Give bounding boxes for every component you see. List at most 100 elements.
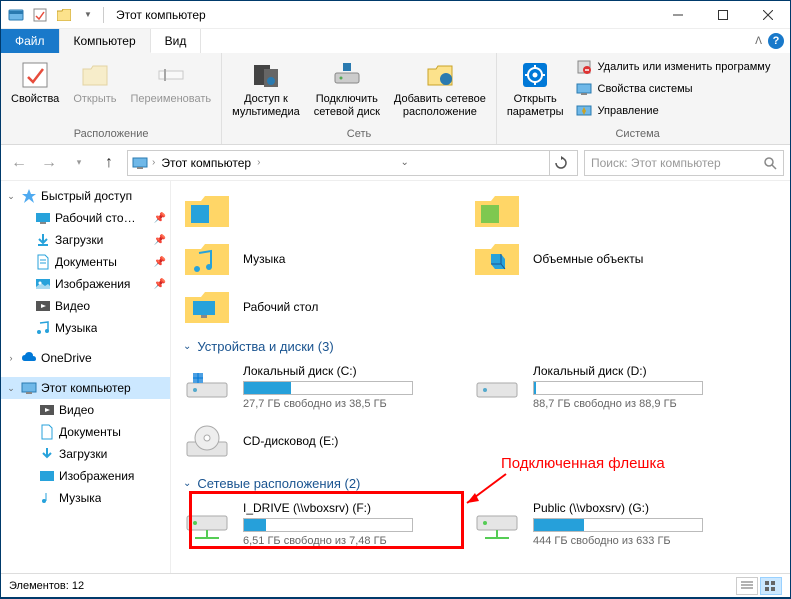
pin-icon: 📌 (154, 213, 166, 224)
uninstall-icon (576, 59, 592, 75)
qat-dropdown-icon[interactable]: ▼ (77, 4, 99, 26)
chevron-down-icon: ⌄ (183, 341, 191, 352)
sidebar-videos[interactable]: Видео (1, 295, 170, 317)
view-details-button[interactable] (736, 577, 758, 595)
system-properties-button[interactable]: Свойства системы (572, 79, 775, 99)
media-access-button[interactable]: Доступ к мультимедиа (226, 55, 306, 123)
chevron-down-icon[interactable]: ⌄ (5, 383, 17, 394)
network-drive-g[interactable]: Public (\\vboxsrv) (G:) 444 ГБ свободно … (469, 495, 759, 553)
music-icon (39, 490, 55, 506)
network-drive-f[interactable]: I_DRIVE (\\vboxsrv) (F:) 6,51 ГБ свободн… (179, 495, 469, 553)
drive-c[interactable]: Локальный диск (C:) 27,7 ГБ свободно из … (179, 358, 469, 416)
folder-icon (473, 191, 521, 231)
add-network-icon (424, 59, 456, 91)
explorer-window: ▼ Этот компьютер Файл Компьютер Вид ᐱ ? (1, 1, 790, 597)
network-drive-icon (183, 504, 231, 544)
maximize-button[interactable] (700, 1, 745, 29)
cd-drive-icon (183, 422, 231, 462)
tab-file[interactable]: Файл (1, 29, 60, 53)
folder-partial-top[interactable] (179, 187, 469, 235)
chevron-down-icon[interactable]: ⌄ (5, 191, 17, 202)
address-path[interactable]: › Этот компьютер › ⌄ (127, 150, 578, 176)
rename-button: Переименовать (125, 55, 218, 110)
sidebar-pictures[interactable]: Изображения 📌 (1, 273, 170, 295)
sidebar-pc-downloads[interactable]: Загрузки (1, 443, 170, 465)
sidebar-pc-videos[interactable]: Видео (1, 399, 170, 421)
pin-icon: 📌 (154, 235, 166, 246)
app-icon (5, 4, 27, 26)
sidebar-pc-music[interactable]: Музыка (1, 487, 170, 509)
media-icon (250, 59, 282, 91)
manage-button[interactable]: Управление (572, 101, 775, 121)
tab-view[interactable]: Вид (151, 29, 202, 53)
pc-icon (21, 380, 37, 396)
quick-access-toolbar: ▼ (1, 4, 99, 26)
rename-icon (155, 59, 187, 91)
ribbon-group-network: Доступ к мультимедиа Подключить сетевой … (222, 53, 497, 144)
picture-icon (35, 276, 51, 292)
minimize-button[interactable] (655, 1, 700, 29)
uninstall-button[interactable]: Удалить или изменить программу (572, 57, 775, 77)
section-drives-header[interactable]: ⌄ Устройства и диски (3) (179, 331, 790, 358)
usage-bar (533, 518, 703, 532)
sidebar-onedrive[interactable]: › OneDrive (1, 347, 170, 369)
video-icon (39, 402, 55, 418)
hdd-icon (473, 367, 521, 407)
section-network-header[interactable]: ⌄ Сетевые расположения (2) (179, 468, 790, 495)
usage-bar (243, 518, 413, 532)
drive-e-cd[interactable]: CD-дисковод (E:) (179, 416, 469, 468)
qat-new-folder-icon[interactable] (53, 4, 75, 26)
nav-forward-button: → (37, 151, 61, 175)
search-icon (763, 156, 777, 170)
content-area: Музыка Объемные объекты Рабочий стол (171, 181, 790, 573)
document-icon (39, 424, 55, 440)
pin-icon: 📌 (154, 257, 166, 268)
search-input[interactable]: Поиск: Этот компьютер (584, 150, 784, 176)
settings-icon (519, 59, 551, 91)
ribbon-collapse-icon[interactable]: ᐱ (755, 36, 762, 47)
sidebar-pc-pictures[interactable]: Изображения (1, 465, 170, 487)
sidebar: ⌄ Быстрый доступ Рабочий сто… 📌 Загрузки… (1, 181, 171, 573)
document-icon (35, 254, 51, 270)
pin-icon: 📌 (154, 279, 166, 290)
tab-computer[interactable]: Компьютер (60, 29, 151, 53)
close-button[interactable] (745, 1, 790, 29)
sidebar-quick-access[interactable]: ⌄ Быстрый доступ (1, 185, 170, 207)
add-network-button[interactable]: Добавить сетевое расположение (388, 55, 492, 123)
open-settings-button[interactable]: Открыть параметры (501, 55, 570, 123)
map-drive-icon (331, 59, 363, 91)
folder-music[interactable]: Музыка (179, 235, 469, 283)
sidebar-music[interactable]: Музыка (1, 317, 170, 339)
desktop-icon (35, 210, 51, 226)
picture-icon (39, 468, 55, 484)
refresh-button[interactable] (549, 151, 573, 175)
sidebar-documents[interactable]: Документы 📌 (1, 251, 170, 273)
folder-3d-objects[interactable]: Объемные объекты (469, 235, 759, 283)
sidebar-downloads[interactable]: Загрузки 📌 (1, 229, 170, 251)
folder-music-icon (183, 239, 231, 279)
chevron-right-icon[interactable]: › (5, 353, 17, 363)
breadcrumb[interactable]: Этот компьютер (159, 156, 253, 170)
addressbar: ← → ▾ ↑ › Этот компьютер › ⌄ Поиск: Этот… (1, 145, 790, 181)
nav-back-button[interactable]: ← (7, 151, 31, 175)
map-drive-button[interactable]: Подключить сетевой диск (308, 55, 386, 123)
ribbon-tabs: Файл Компьютер Вид ᐱ ? (1, 29, 790, 53)
addr-dropdown-icon[interactable]: ⌄ (393, 151, 417, 175)
nav-recent-button[interactable]: ▾ (67, 151, 91, 175)
video-icon (35, 298, 51, 314)
ribbon-group-location: Свойства Открыть Переименовать Расположе… (1, 53, 222, 144)
sidebar-this-pc[interactable]: ⌄ Этот компьютер (1, 377, 170, 399)
titlebar: ▼ Этот компьютер (1, 1, 790, 29)
properties-button[interactable]: Свойства (5, 55, 65, 110)
help-icon[interactable]: ? (768, 33, 784, 49)
nav-up-button[interactable]: ↑ (97, 151, 121, 175)
music-icon (35, 320, 51, 336)
star-icon (21, 188, 37, 204)
folder-desktop[interactable]: Рабочий стол (179, 283, 469, 331)
sidebar-desktop[interactable]: Рабочий сто… 📌 (1, 207, 170, 229)
folder-partial-top2[interactable] (469, 187, 759, 235)
sidebar-pc-documents[interactable]: Документы (1, 421, 170, 443)
qat-properties-icon[interactable] (29, 4, 51, 26)
view-tiles-button[interactable] (760, 577, 782, 595)
drive-d[interactable]: Локальный диск (D:) 88,7 ГБ свободно из … (469, 358, 759, 416)
